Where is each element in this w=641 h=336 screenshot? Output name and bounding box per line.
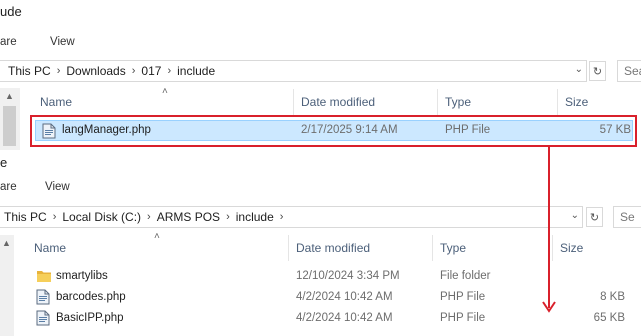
- annotation-arrow-icon: [542, 146, 556, 313]
